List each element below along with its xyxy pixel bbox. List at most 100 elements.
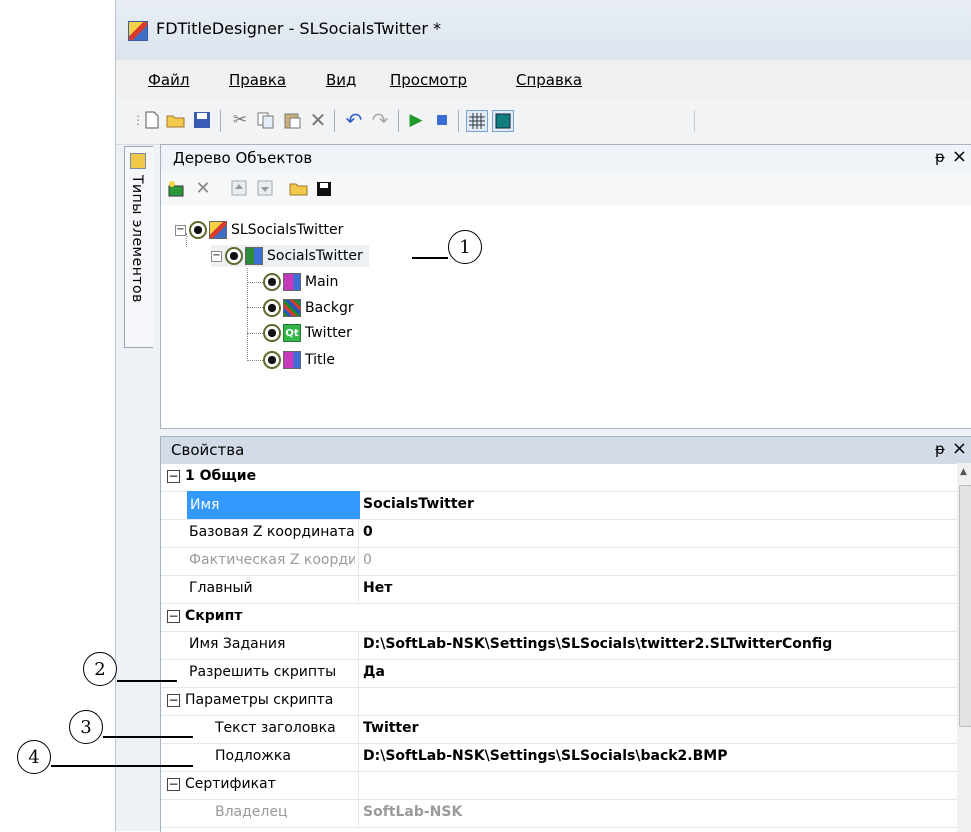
property-value[interactable]: SocialsTwitter [363, 496, 474, 512]
category-script[interactable]: − Скрипт [161, 603, 957, 632]
toolbar-end [694, 110, 695, 132]
object-tree-panel: Дерево Объектов ᵽ × ✕ − SLSocialsTwitter… [160, 144, 971, 429]
redo-icon[interactable]: ↷ [370, 108, 390, 132]
copy-icon[interactable] [256, 110, 276, 130]
collapse-icon[interactable]: − [167, 470, 180, 483]
move-down-icon[interactable] [255, 178, 275, 198]
move-up-icon[interactable] [229, 178, 249, 198]
callout-leader [103, 736, 193, 738]
property-row[interactable]: Имя Задания D:\SoftLab-NSK\Settings\SLSo… [161, 631, 957, 660]
property-row[interactable]: Текст заголовка Twitter [161, 715, 957, 744]
property-value[interactable]: 0 [363, 524, 373, 540]
stop-icon[interactable] [432, 110, 452, 130]
category-label: Скрипт [185, 608, 243, 624]
property-name: Владелец [215, 804, 288, 820]
properties-header: Свойства ᵽ × [161, 437, 971, 464]
tree-node-item[interactable]: Qt Twitter [263, 322, 352, 344]
pin-icon[interactable]: ᵽ [935, 440, 945, 458]
undo-icon[interactable]: ↶ [344, 108, 364, 132]
property-row[interactable]: Владелец SoftLab-NSK [161, 799, 957, 828]
toolbar-separator [458, 110, 459, 132]
menu-edit-label: Правка [229, 71, 287, 89]
menu-preview[interactable]: Просмотр [390, 71, 467, 89]
collapse-icon[interactable]: − [211, 250, 222, 262]
property-value[interactable]: Да [363, 664, 385, 680]
visibility-eye-icon[interactable] [263, 324, 281, 342]
add-object-icon[interactable] [167, 178, 187, 198]
paste-icon[interactable] [282, 110, 302, 130]
callout-leader [51, 765, 193, 767]
menu-edit[interactable]: Правка [229, 71, 286, 89]
property-value[interactable]: Twitter [363, 720, 419, 736]
property-row[interactable]: Главный Нет [161, 575, 957, 604]
property-value[interactable]: Нет [363, 580, 392, 596]
property-value[interactable]: D:\SoftLab-NSK\Settings\SLSocials\back2.… [363, 748, 727, 764]
tree-node-item[interactable]: Title [263, 349, 335, 371]
close-icon[interactable]: × [952, 146, 967, 167]
cut-icon[interactable]: ✂ [230, 110, 250, 130]
tree-node-item[interactable]: Main [263, 271, 338, 293]
collapse-icon[interactable]: − [167, 778, 180, 791]
property-value[interactable]: D:\SoftLab-NSK\Settings\SLSocials\twitte… [363, 636, 832, 652]
link-object-icon [283, 273, 301, 291]
visibility-eye-icon[interactable] [189, 221, 207, 239]
visibility-eye-icon[interactable] [263, 351, 281, 369]
property-name: Фактическая Z координата [189, 552, 355, 568]
element-types-label: Типы элементов [129, 175, 145, 303]
tree-node-group[interactable]: − SocialsTwitter [211, 245, 369, 267]
new-file-icon[interactable] [142, 110, 162, 130]
collapse-icon[interactable]: − [167, 610, 180, 623]
category-label: 1 Общие [185, 468, 257, 484]
property-subcategory[interactable]: − Параметры скрипта [161, 687, 957, 716]
title-bar: FDTitleDesigner - SLSocialsTwitter * [116, 0, 971, 60]
scroll-up-icon[interactable]: ▲ [960, 467, 967, 477]
tree-node-label: Main [305, 274, 339, 290]
tree-node-label: Title [305, 352, 336, 368]
tree-line [247, 333, 263, 334]
collapse-icon[interactable]: − [175, 224, 186, 236]
category-general[interactable]: − 1 Общие [161, 463, 957, 492]
tree-node-label: SocialsTwitter [267, 248, 363, 264]
export-icon[interactable] [315, 178, 335, 198]
property-subcategory[interactable]: − Сертификат [161, 771, 957, 800]
tree-node-root[interactable]: − SLSocialsTwitter [175, 219, 343, 241]
property-name: Параметры скрипта [185, 692, 334, 708]
property-row[interactable]: Разрешить скрипты Да [161, 659, 957, 688]
callout-1: 1 [448, 230, 482, 264]
window-title: FDTitleDesigner - SLSocialsTwitter * [156, 19, 441, 38]
visibility-eye-icon[interactable] [263, 299, 281, 317]
collapse-icon[interactable]: − [167, 694, 180, 707]
pin-icon[interactable]: ᵽ [935, 148, 945, 166]
tree-node-item[interactable]: Backgr [263, 297, 354, 319]
delete-object-icon[interactable]: ✕ [193, 178, 213, 199]
property-row[interactable]: Фактическая Z координата 0 [161, 547, 957, 576]
property-row[interactable]: Имя SocialsTwitter [161, 491, 957, 520]
property-name: Имя [187, 491, 360, 519]
menu-view[interactable]: Вид [326, 71, 356, 89]
image-object-icon [283, 299, 301, 317]
group-object-icon [245, 247, 263, 265]
property-name: Имя Задания [189, 636, 286, 652]
visibility-eye-icon[interactable] [225, 247, 243, 265]
save-icon[interactable] [192, 110, 212, 130]
open-folder-icon[interactable] [166, 110, 186, 130]
grid-icon[interactable] [466, 110, 488, 132]
element-types-tab[interactable]: Типы элементов [124, 146, 153, 348]
menu-file[interactable]: Файл [148, 71, 189, 89]
delete-icon[interactable]: ✕ [308, 108, 328, 132]
menu-preview-label: Просмотр [390, 71, 467, 89]
safe-area-icon[interactable] [492, 110, 514, 132]
import-icon[interactable] [289, 178, 309, 198]
callout-2: 2 [83, 652, 117, 686]
property-name: Разрешить скрипты [189, 664, 337, 680]
property-row[interactable]: Подложка D:\SoftLab-NSK\Settings\SLSocia… [161, 743, 957, 772]
close-icon[interactable]: × [952, 438, 967, 459]
tree-node-label: SLSocialsTwitter [231, 222, 344, 238]
property-row[interactable]: Базовая Z координата 0 [161, 519, 957, 548]
menu-help[interactable]: Справка [516, 71, 582, 89]
callout-leader [412, 257, 448, 259]
properties-scrollbar[interactable]: ▲ [957, 463, 971, 832]
play-icon[interactable]: ▶ [406, 110, 426, 130]
scroll-thumb[interactable] [959, 485, 971, 727]
visibility-eye-icon[interactable] [263, 273, 281, 291]
